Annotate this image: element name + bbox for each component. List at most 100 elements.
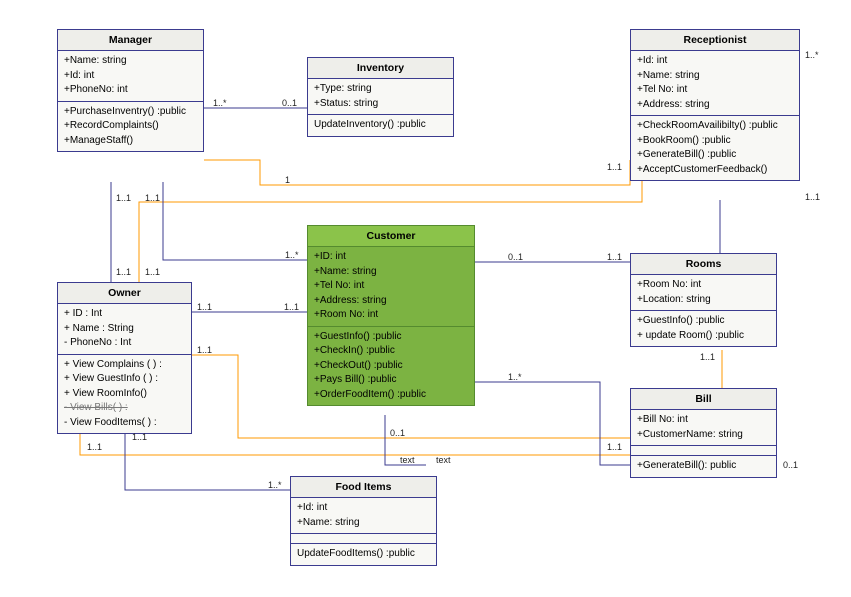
attr: +Id: int bbox=[64, 69, 197, 84]
attr: +Tel No: int bbox=[637, 83, 793, 98]
attr: +Id: int bbox=[297, 501, 430, 516]
mult: 1 bbox=[285, 175, 290, 185]
method: + View RoomInfo() bbox=[64, 387, 185, 402]
method: +GuestInfo() :public bbox=[637, 314, 770, 329]
attr: +Type: string bbox=[314, 82, 447, 97]
mult: 1..* bbox=[508, 372, 522, 382]
class-title: Rooms bbox=[631, 254, 776, 275]
mult: text bbox=[400, 455, 415, 465]
mult: 1..1 bbox=[607, 252, 622, 262]
mult: 0..1 bbox=[508, 252, 523, 262]
mult: 1..1 bbox=[700, 352, 715, 362]
mult: 1..1 bbox=[607, 442, 622, 452]
attr: +Room No: int bbox=[637, 278, 770, 293]
attr: +Bill No: int bbox=[637, 413, 770, 428]
method: +GenerateBill() :public bbox=[637, 148, 793, 163]
mult: 1..1 bbox=[116, 193, 131, 203]
method: + View GuestInfo ( ) : bbox=[64, 372, 185, 387]
attributes: +Name: string +Id: int +PhoneNo: int bbox=[58, 51, 203, 102]
attributes: +ID: int +Name: string +Tel No: int +Add… bbox=[308, 247, 474, 327]
mult: 1..1 bbox=[145, 267, 160, 277]
attributes: +Id: int +Name: string +Tel No: int +Add… bbox=[631, 51, 799, 116]
mult: 1..1 bbox=[132, 432, 147, 442]
class-manager: Manager +Name: string +Id: int +PhoneNo:… bbox=[57, 29, 204, 152]
method: UpdateFoodItems() :public bbox=[297, 547, 430, 562]
method: +CheckRoomAvailibilty() :public bbox=[637, 119, 793, 134]
method: +Pays Bill() :public bbox=[314, 373, 468, 388]
class-inventory: Inventory +Type: string +Status: string … bbox=[307, 57, 454, 137]
mult: 1..1 bbox=[145, 193, 160, 203]
mult: 1..1 bbox=[116, 267, 131, 277]
attr: +Address: string bbox=[314, 294, 468, 309]
mult: 1..1 bbox=[607, 162, 622, 172]
attr: +Name: string bbox=[637, 69, 793, 84]
methods: UpdateFoodItems() :public bbox=[291, 544, 436, 565]
methods: +PurchaseInventry() :public +RecordCompl… bbox=[58, 102, 203, 152]
attributes: +Type: string +Status: string bbox=[308, 79, 453, 115]
class-title: Food Items bbox=[291, 477, 436, 498]
methods: + View Complains ( ) : + View GuestInfo … bbox=[58, 355, 191, 434]
method: +BookRoom() :public bbox=[637, 134, 793, 149]
method: +CheckOut() :public bbox=[314, 359, 468, 374]
attributes: +Room No: int +Location: string bbox=[631, 275, 776, 311]
class-owner: Owner + ID : Int + Name : String - Phone… bbox=[57, 282, 192, 434]
mult: 1..1 bbox=[284, 302, 299, 312]
method: +OrderFoodItem() :public bbox=[314, 388, 468, 403]
method: +AcceptCustomerFeedback() bbox=[637, 163, 793, 178]
methods: +GuestInfo() :public + update Room() :pu… bbox=[631, 311, 776, 346]
attr: +Room No: int bbox=[314, 308, 468, 323]
attr: +Name: string bbox=[64, 54, 197, 69]
uml-diagram: { "chart_data": { "type": "diagram", "di… bbox=[0, 0, 851, 597]
mult: text bbox=[436, 455, 451, 465]
method: +GenerateBill(): public bbox=[637, 459, 770, 474]
attr: +Tel No: int bbox=[314, 279, 468, 294]
method: +RecordComplaints() bbox=[64, 119, 197, 134]
class-fooditems: Food Items +Id: int +Name: string Update… bbox=[290, 476, 437, 566]
mult: 1..* bbox=[268, 480, 282, 490]
method: +PurchaseInventry() :public bbox=[64, 105, 197, 120]
class-title: Receptionist bbox=[631, 30, 799, 51]
attr: +CustomerName: string bbox=[637, 428, 770, 443]
mult: 1..* bbox=[285, 250, 299, 260]
method: UpdateInventory() :public bbox=[314, 118, 447, 133]
attr: +Id: int bbox=[637, 54, 793, 69]
attr: + ID : Int bbox=[64, 307, 185, 322]
mult: 1..1 bbox=[87, 442, 102, 452]
mult: 1..* bbox=[213, 98, 227, 108]
methods: +GuestInfo() :public +CheckIn() :public … bbox=[308, 327, 474, 406]
class-rooms: Rooms +Room No: int +Location: string +G… bbox=[630, 253, 777, 347]
class-title: Customer bbox=[308, 226, 474, 247]
attr: + Name : String bbox=[64, 322, 185, 337]
empty bbox=[291, 534, 436, 544]
method: +ManageStaff() bbox=[64, 134, 197, 149]
empty bbox=[631, 446, 776, 456]
method: + View Complains ( ) : bbox=[64, 358, 185, 373]
method: +GuestInfo() :public bbox=[314, 330, 468, 345]
method: + update Room() :public bbox=[637, 329, 770, 344]
attributes: + ID : Int + Name : String - PhoneNo : I… bbox=[58, 304, 191, 355]
attributes: +Bill No: int +CustomerName: string bbox=[631, 410, 776, 446]
method: - View Bills( ) : bbox=[64, 401, 185, 416]
attr: +PhoneNo: int bbox=[64, 83, 197, 98]
class-title: Inventory bbox=[308, 58, 453, 79]
class-title: Bill bbox=[631, 389, 776, 410]
attr: - PhoneNo : Int bbox=[64, 336, 185, 351]
class-bill: Bill +Bill No: int +CustomerName: string… bbox=[630, 388, 777, 478]
attr: +Status: string bbox=[314, 97, 447, 112]
class-title: Owner bbox=[58, 283, 191, 304]
class-title: Manager bbox=[58, 30, 203, 51]
mult: 1..* bbox=[805, 50, 819, 60]
methods: UpdateInventory() :public bbox=[308, 115, 453, 136]
attr: +Address: string bbox=[637, 98, 793, 113]
attr: +Location: string bbox=[637, 293, 770, 308]
methods: +GenerateBill(): public bbox=[631, 456, 776, 477]
mult: 1..1 bbox=[197, 345, 212, 355]
attributes: +Id: int +Name: string bbox=[291, 498, 436, 534]
method: +CheckIn() :public bbox=[314, 344, 468, 359]
methods: +CheckRoomAvailibilty() :public +BookRoo… bbox=[631, 116, 799, 180]
mult: 0..1 bbox=[282, 98, 297, 108]
attr: +Name: string bbox=[314, 265, 468, 280]
class-receptionist: Receptionist +Id: int +Name: string +Tel… bbox=[630, 29, 800, 181]
method: - View FoodItems( ) : bbox=[64, 416, 185, 431]
mult: 0..1 bbox=[783, 460, 798, 470]
